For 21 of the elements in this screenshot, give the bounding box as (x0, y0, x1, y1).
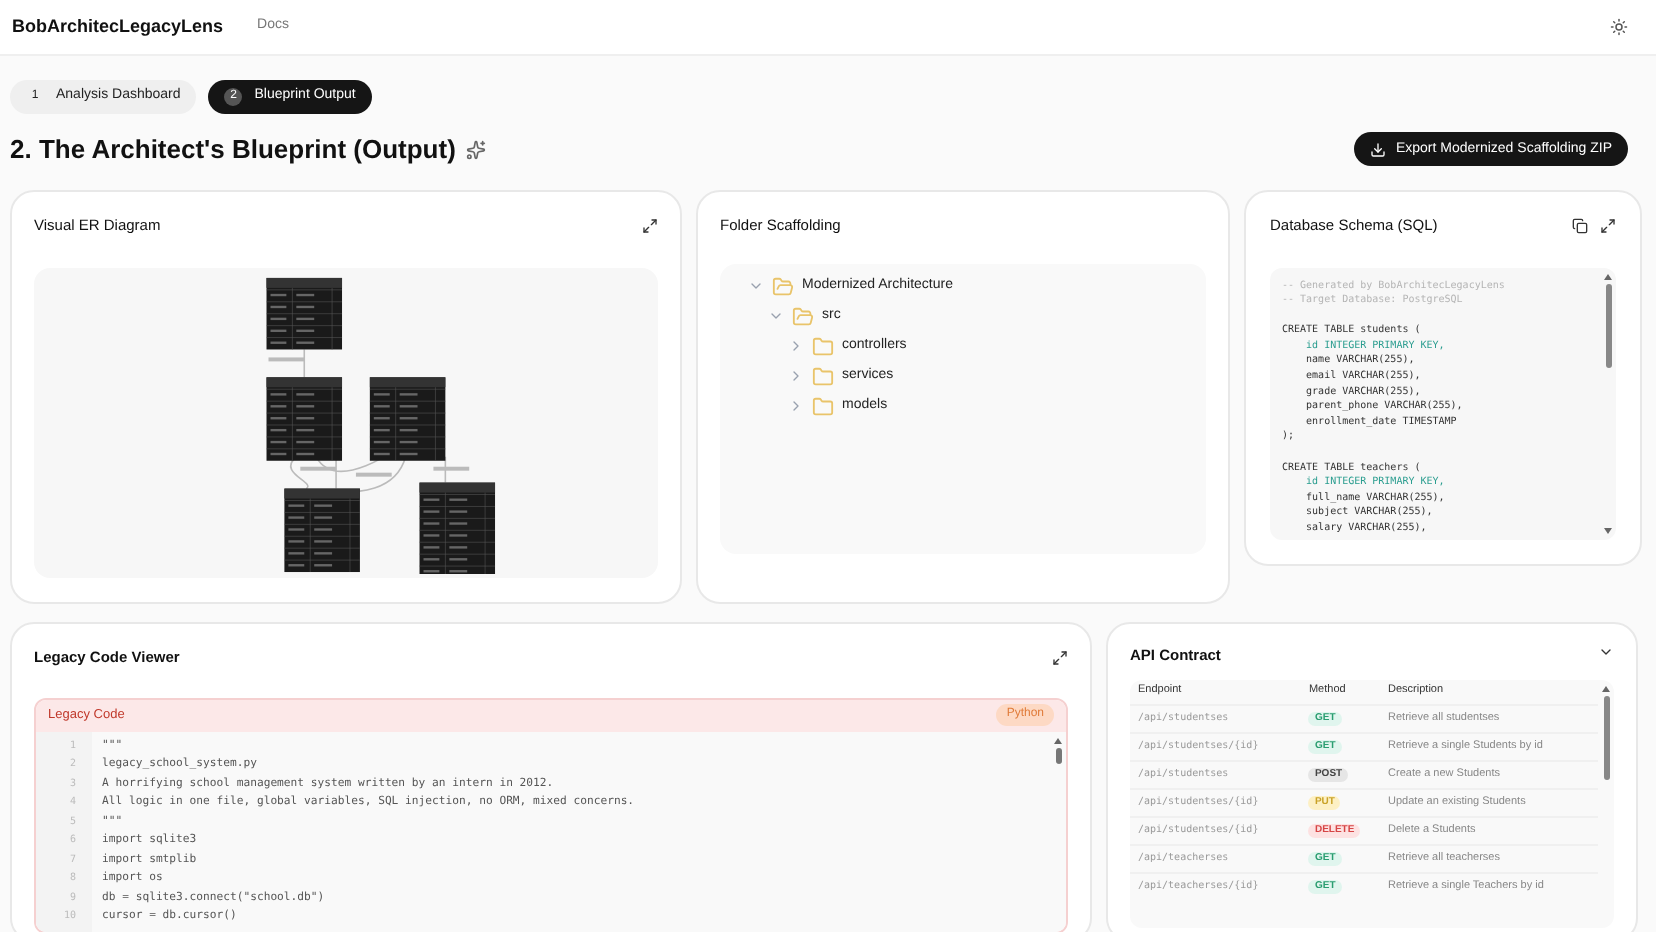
expand-icon[interactable] (1052, 649, 1068, 665)
sun-icon (1609, 18, 1627, 36)
folder-icon (812, 365, 834, 387)
folder-icon (792, 305, 814, 327)
scroll-up-arrow-icon[interactable] (1602, 685, 1610, 691)
brand-name: BobArchitecLegacyLens (12, 13, 224, 40)
expand-icon[interactable] (642, 217, 658, 233)
sparkles-icon (465, 139, 486, 160)
scrollbar-thumb[interactable] (1603, 695, 1609, 779)
scrollbar-thumb[interactable] (1605, 283, 1611, 367)
folder-icon (812, 335, 834, 357)
folder-icon (812, 395, 834, 417)
scroll-up-arrow-icon[interactable] (1054, 737, 1062, 743)
copy-icon[interactable] (1572, 217, 1588, 233)
scroll-down-arrow-icon[interactable] (1604, 527, 1612, 533)
scrollbar-thumb[interactable] (1055, 747, 1061, 763)
scroll-up-arrow-icon[interactable] (1604, 273, 1612, 279)
page-title: 2. The Architect's Blueprint (Output) (10, 132, 456, 168)
download-icon (1369, 141, 1386, 158)
expand-icon[interactable] (1600, 217, 1616, 233)
folder-icon (772, 275, 794, 297)
